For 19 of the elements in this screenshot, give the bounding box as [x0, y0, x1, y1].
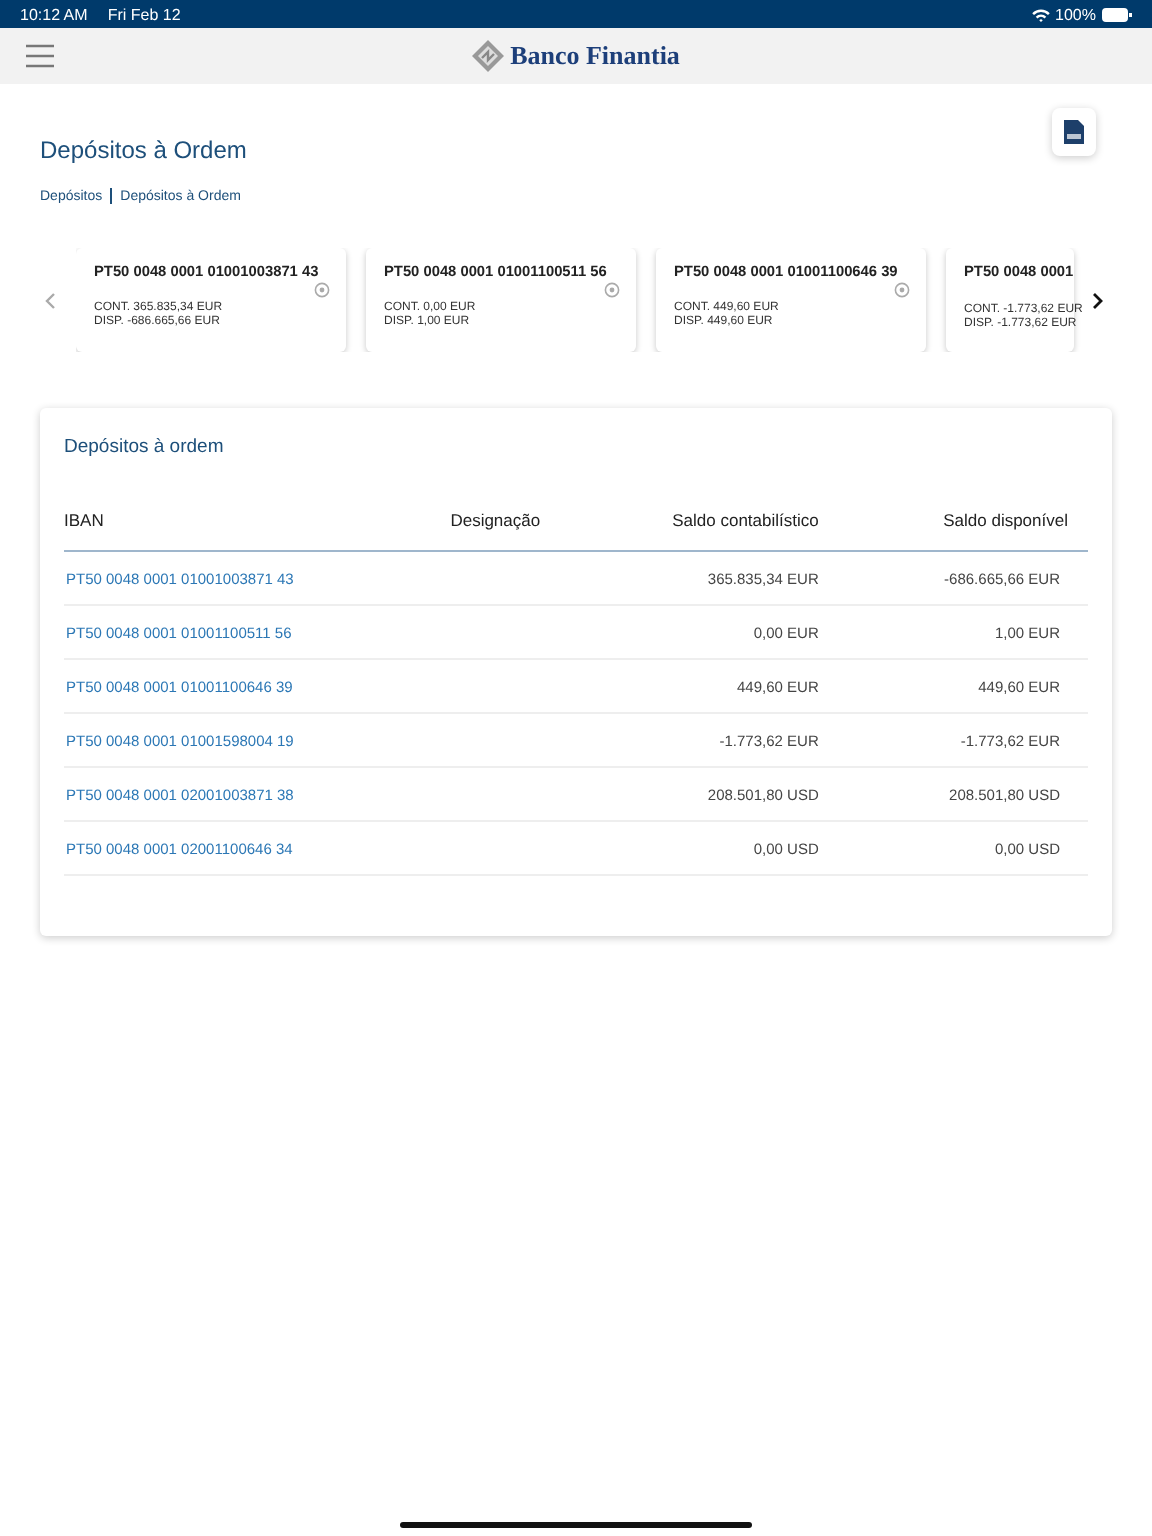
column-header: Designação	[450, 510, 541, 530]
brand-name: Banco Finantia	[510, 40, 680, 72]
status-date: Fri Feb 12	[107, 5, 181, 23]
column-header: Saldo disponível	[943, 510, 1068, 530]
gear-icon[interactable]	[314, 282, 330, 298]
gear-icon[interactable]	[604, 282, 620, 298]
battery-percent: 100%	[1055, 5, 1096, 23]
menu-icon[interactable]	[26, 44, 54, 68]
panel-title: Depósitos à ordem	[64, 436, 226, 458]
gear-icon[interactable]	[894, 282, 910, 298]
page-title: Depósitos à Ordem	[40, 136, 247, 164]
logo-icon	[472, 40, 505, 72]
status-time: 10:12 AM	[20, 5, 88, 23]
document-icon	[1064, 120, 1084, 144]
pdf-button[interactable]	[1052, 108, 1096, 156]
battery-icon	[1102, 7, 1132, 21]
column-header: IBAN	[64, 510, 104, 530]
column-header: Saldo contabilístico	[672, 510, 819, 530]
wifi-icon	[1031, 7, 1050, 21]
